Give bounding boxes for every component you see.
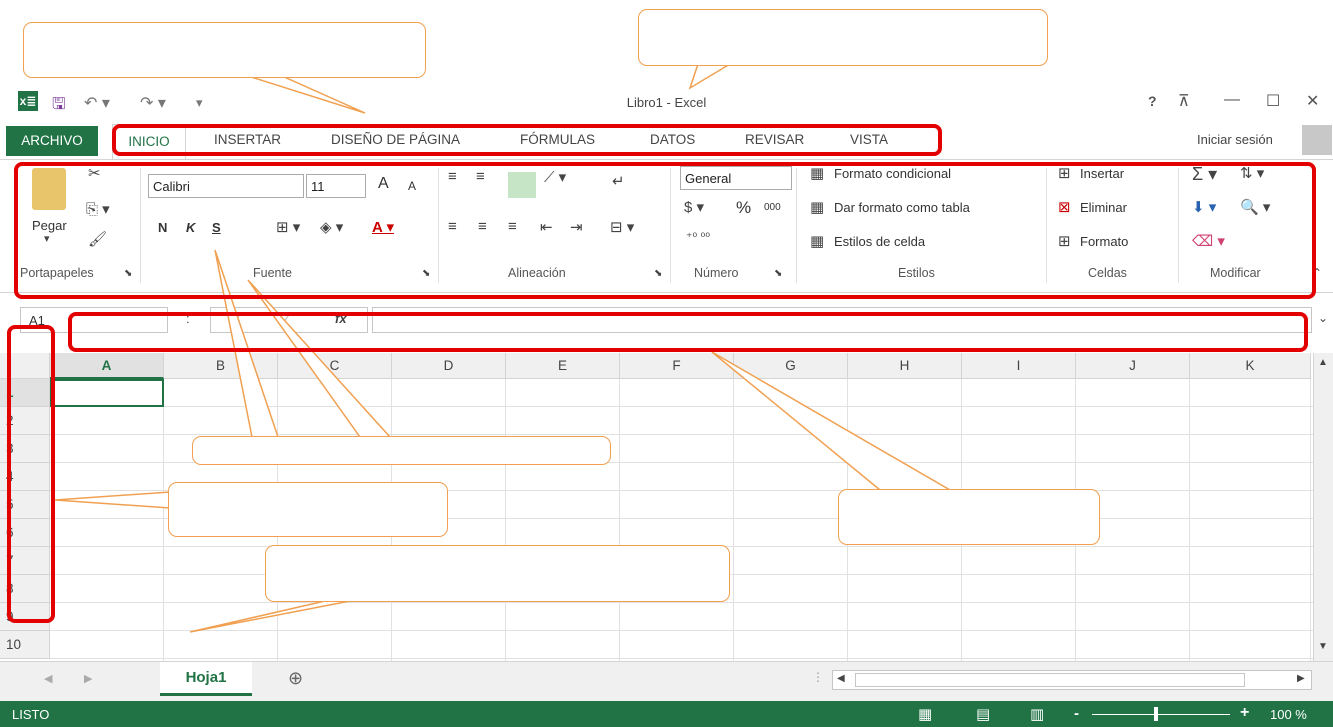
column-header-e[interactable]: E <box>506 353 620 379</box>
signin-link[interactable]: Iniciar sesión <box>1197 132 1273 147</box>
scroll-left-icon[interactable]: ◀ <box>837 673 845 684</box>
page-break-icon[interactable]: ▥ <box>1030 705 1044 723</box>
column-header-f[interactable]: F <box>620 353 734 379</box>
prev-sheet-icon[interactable]: ◀ <box>44 672 52 685</box>
annotation-callout <box>838 489 1100 545</box>
sheet-tab-hoja1[interactable]: Hoja1 <box>160 662 252 696</box>
scroll-down-icon[interactable]: ▼ <box>1318 641 1328 652</box>
gridline <box>50 434 1313 435</box>
help-button[interactable]: ? <box>1148 93 1157 109</box>
gridline <box>50 630 1313 631</box>
annotation-callout <box>265 545 730 602</box>
gridline <box>50 406 1313 407</box>
gridline <box>733 379 734 661</box>
zoom-level[interactable]: 100 % <box>1270 707 1307 722</box>
gridline <box>50 602 1313 603</box>
tab-archivo[interactable]: ARCHIVO <box>6 126 98 156</box>
add-sheet-button[interactable]: ⊕ <box>288 668 303 689</box>
zoom-in-button[interactable]: + <box>1240 704 1249 722</box>
annotation-highlight-row-headers <box>7 325 55 623</box>
minimize-icon[interactable]: — <box>1224 91 1240 109</box>
annotation-callout <box>23 22 426 78</box>
next-sheet-icon[interactable]: ▶ <box>84 672 92 685</box>
annotation-callout <box>638 9 1048 66</box>
annotation-callout <box>192 436 611 465</box>
split-handle-icon[interactable]: ⋮ <box>812 670 824 684</box>
active-cell[interactable] <box>50 379 164 407</box>
zoom-out-button[interactable]: - <box>1074 705 1079 722</box>
maximize-icon[interactable]: ☐ <box>1266 91 1280 111</box>
zoom-slider-thumb[interactable] <box>1154 707 1158 721</box>
gridline <box>163 379 164 661</box>
annotation-highlight-tabs <box>112 124 942 156</box>
column-header-h[interactable]: H <box>848 353 962 379</box>
row-header-10[interactable]: 10 <box>0 631 50 659</box>
scroll-thumb[interactable] <box>855 673 1245 687</box>
normal-view-icon[interactable]: ▦ <box>918 705 932 723</box>
horizontal-scrollbar[interactable]: ◀ ▶ <box>832 670 1312 690</box>
annotation-highlight-ribbon <box>14 162 1316 299</box>
status-bar: LISTO ▦ ▤ ▥ - + 100 % <box>0 701 1333 727</box>
annotation-callout <box>168 482 448 537</box>
column-header-g[interactable]: G <box>734 353 848 379</box>
window-title: Libro1 - Excel <box>626 95 707 110</box>
gridline <box>50 658 1313 659</box>
vertical-scrollbar[interactable]: ▲ ▼ <box>1313 353 1333 661</box>
title-bar: x≣ 🖫 ↶ ▾ ↷ ▾ ▾ Libro1 - Excel ? ⊼ — ☐ ✕ <box>0 85 1333 123</box>
close-icon[interactable]: ✕ <box>1306 91 1319 111</box>
ribbon-display-icon[interactable]: ⊼ <box>1178 91 1190 111</box>
gridline <box>505 379 506 661</box>
scroll-right-icon[interactable]: ▶ <box>1297 673 1305 684</box>
scroll-up-icon[interactable]: ▲ <box>1318 357 1328 368</box>
column-header-c[interactable]: C <box>278 353 392 379</box>
page-layout-icon[interactable]: ▤ <box>976 705 990 723</box>
annotation-highlight-formula-bar <box>68 312 1308 352</box>
gridline <box>619 379 620 661</box>
column-header-j[interactable]: J <box>1076 353 1190 379</box>
gridline <box>1189 379 1190 661</box>
column-header-a[interactable]: A <box>50 353 164 379</box>
zoom-slider-track[interactable] <box>1092 714 1230 715</box>
gridline <box>1310 379 1311 661</box>
sheet-tab-bar: ◀ ▶ Hoja1 ⊕ ⋮ ◀ ▶ <box>0 661 1333 701</box>
avatar[interactable] <box>1302 125 1332 155</box>
status-ready: LISTO <box>12 707 50 722</box>
column-header-i[interactable]: I <box>962 353 1076 379</box>
column-header-d[interactable]: D <box>392 353 506 379</box>
expand-formula-icon[interactable]: ⌄ <box>1318 311 1328 325</box>
column-header-b[interactable]: B <box>164 353 278 379</box>
column-header-k[interactable]: K <box>1190 353 1311 379</box>
